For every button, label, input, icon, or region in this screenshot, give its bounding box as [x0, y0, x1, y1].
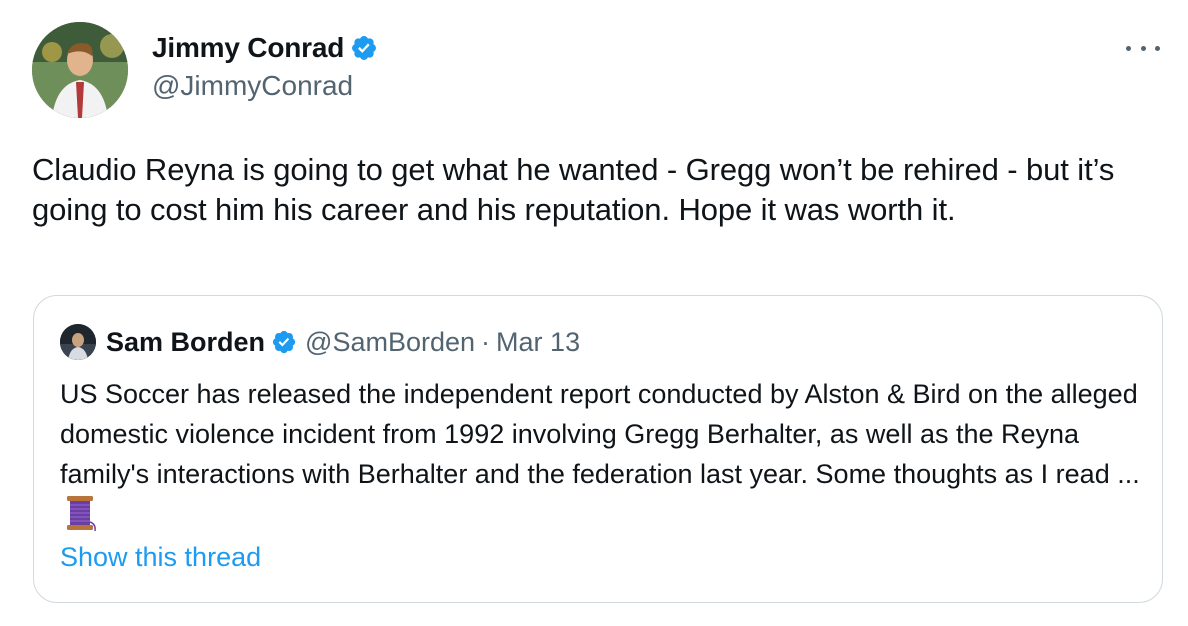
verified-badge-icon [352, 36, 377, 60]
author-avatar[interactable] [32, 22, 128, 118]
tweet-text: Claudio Reyna is going to get what he wa… [32, 152, 1115, 227]
separator-dot: · [481, 326, 491, 357]
quoted-author-avatar [60, 324, 96, 360]
quoted-tweet-header: Sam Borden @SamBorden · Mar 13 [60, 324, 580, 360]
spool-of-thread-icon [67, 496, 96, 532]
more-options-button[interactable] [1126, 34, 1160, 62]
quoted-author-handle: @SamBorden [305, 326, 476, 357]
quoted-avatar-photo [60, 324, 96, 360]
more-dot-icon [1126, 45, 1131, 51]
author-info: Jimmy Conrad @JimmyConrad [152, 30, 378, 102]
show-thread-link[interactable]: Show this thread [60, 542, 261, 573]
tweet: Jimmy Conrad @JimmyConrad Claudio Reyna … [0, 0, 1188, 626]
quoted-tweet-text-block: US Soccer has released the independent r… [60, 374, 1150, 537]
author-name-row: Jimmy Conrad [152, 30, 378, 66]
quoted-tweet-date: Mar 13 [496, 326, 581, 357]
avatar-photo [32, 22, 128, 118]
author-name[interactable]: Jimmy Conrad [152, 32, 344, 64]
quoted-tweet-text: US Soccer has released the independent r… [60, 379, 1140, 489]
quoted-tweet-card[interactable]: Sam Borden @SamBorden · Mar 13 US Soccer… [33, 295, 1163, 603]
more-dot-icon [1155, 45, 1160, 51]
quoted-author-name: Sam Borden [106, 326, 266, 357]
author-handle[interactable]: @JimmyConrad [152, 70, 378, 102]
verified-badge-icon [272, 330, 296, 354]
more-dot-icon [1140, 45, 1146, 51]
